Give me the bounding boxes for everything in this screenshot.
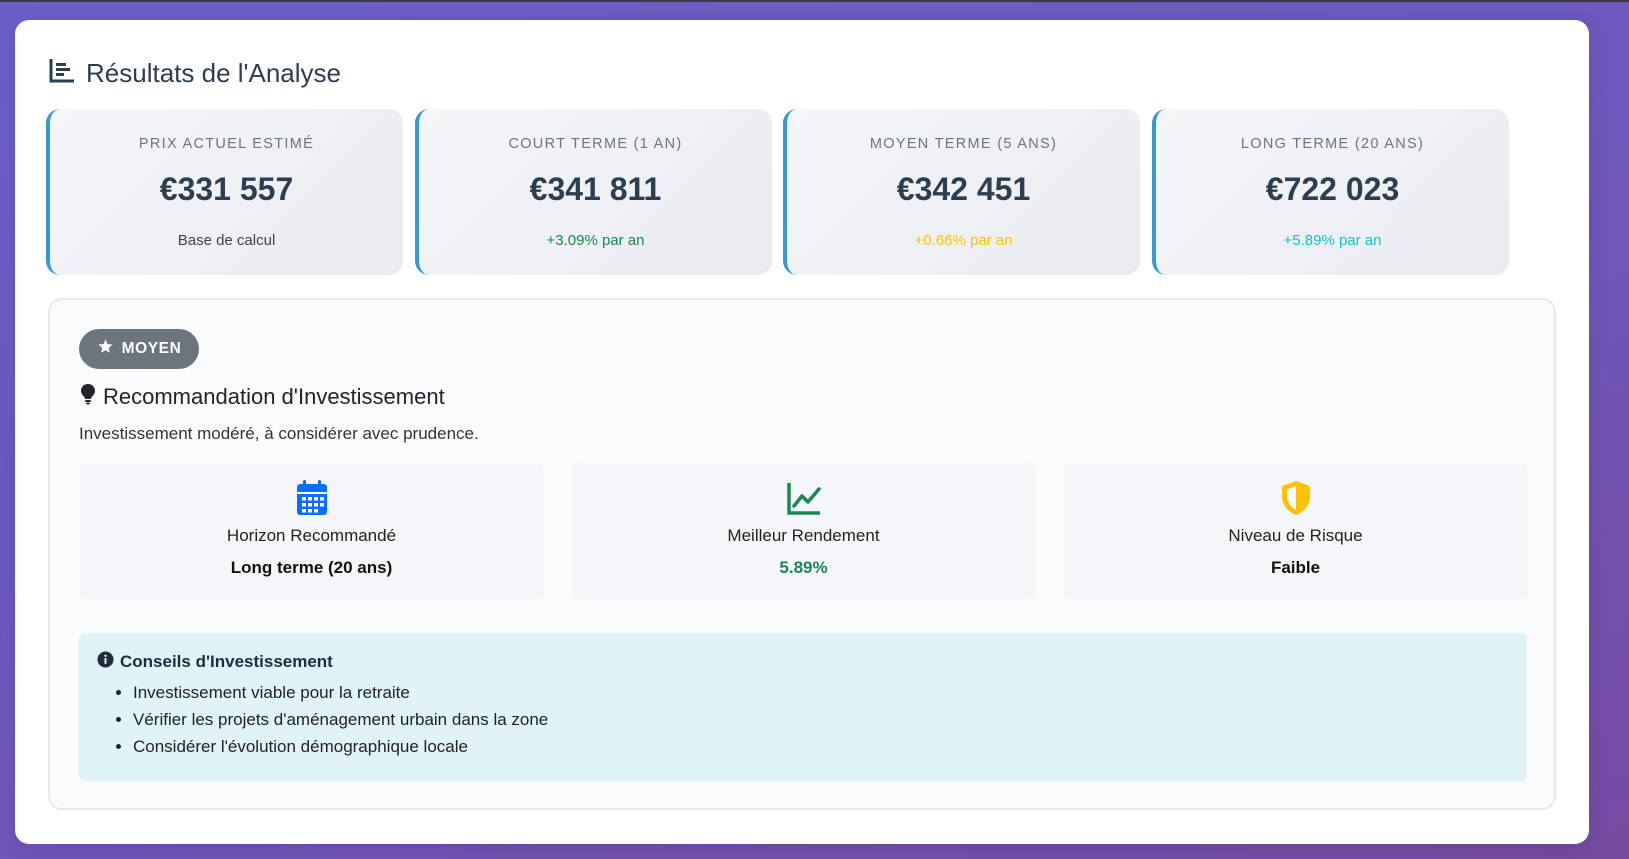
shield-icon	[1063, 479, 1528, 517]
metric-card-short-term: Court terme (1 an) €341 811 +3.09% par a…	[415, 109, 772, 275]
info-circle-icon	[97, 651, 114, 673]
metric-subtext: Base de calcul	[177, 232, 276, 249]
recommendation-description: Investissement modéré, à considérer avec…	[79, 424, 479, 443]
info-card-value: Long terme (20 ans)	[230, 558, 393, 577]
metric-subtext: +5.89% par an	[1283, 232, 1382, 249]
info-card-value: 5.89%	[779, 558, 828, 577]
info-card-horizon: Horizon Recommandé Long terme (20 ans)	[79, 463, 544, 599]
recommendation-panel: MOYEN Recommandation d'Investissement In…	[48, 298, 1556, 810]
advice-box: Conseils d'Investissement Investissement…	[79, 633, 1527, 781]
window-top-border	[0, 0, 1629, 2]
metric-label: Court terme (1 an)	[508, 136, 683, 152]
metric-subtext: +3.09% par an	[546, 232, 645, 249]
advice-item: Investissement viable pour la retraite	[133, 679, 548, 706]
metric-label: Long terme (20 ans)	[1240, 136, 1425, 152]
info-card-label: Meilleur Rendement	[727, 526, 880, 545]
chart-bar-icon	[48, 56, 76, 91]
metric-value: €722 023	[1265, 171, 1400, 207]
info-card-value: Faible	[1270, 558, 1321, 577]
section-header: Résultats de l'Analyse	[48, 56, 341, 91]
info-card-label: Horizon Recommandé	[226, 526, 397, 545]
calendar-icon	[79, 479, 544, 517]
recommendation-header: Recommandation d'Investissement	[79, 383, 445, 411]
section-title: Résultats de l'Analyse	[86, 58, 341, 88]
rating-badge: MOYEN	[79, 329, 199, 369]
recommendation-title: Recommandation d'Investissement	[103, 384, 445, 409]
metric-value: €342 451	[896, 171, 1031, 207]
chart-line-icon	[571, 479, 1036, 517]
results-card: Résultats de l'Analyse Prix actuel estim…	[15, 20, 1589, 844]
info-card-risk: Niveau de Risque Faible	[1063, 463, 1528, 599]
metric-card-long-term: Long terme (20 ans) €722 023 +5.89% par …	[1152, 109, 1509, 275]
info-card-return: Meilleur Rendement 5.89%	[571, 463, 1036, 599]
metric-card-mid-term: Moyen terme (5 ans) €342 451 +0.66% par …	[783, 109, 1140, 275]
metric-label: Moyen terme (5 ans)	[869, 136, 1058, 152]
metric-value: €341 811	[529, 171, 662, 207]
advice-list: Investissement viable pour la retraite V…	[79, 679, 548, 760]
metric-label: Prix actuel estimé	[138, 136, 315, 152]
star-icon	[97, 338, 114, 360]
advice-item: Considérer l'évolution démographique loc…	[133, 733, 548, 760]
advice-header: Conseils d'Investissement	[97, 651, 333, 673]
metric-value: €331 557	[159, 171, 294, 207]
advice-title: Conseils d'Investissement	[120, 652, 333, 671]
lightbulb-icon	[79, 383, 97, 411]
advice-item: Vérifier les projets d'aménagement urbai…	[133, 706, 548, 733]
rating-badge-label: MOYEN	[121, 340, 182, 357]
metric-card-current-price: Prix actuel estimé €331 557 Base de calc…	[46, 109, 403, 275]
metric-subtext: +0.66% par an	[914, 232, 1013, 249]
info-card-label: Niveau de Risque	[1228, 526, 1363, 545]
